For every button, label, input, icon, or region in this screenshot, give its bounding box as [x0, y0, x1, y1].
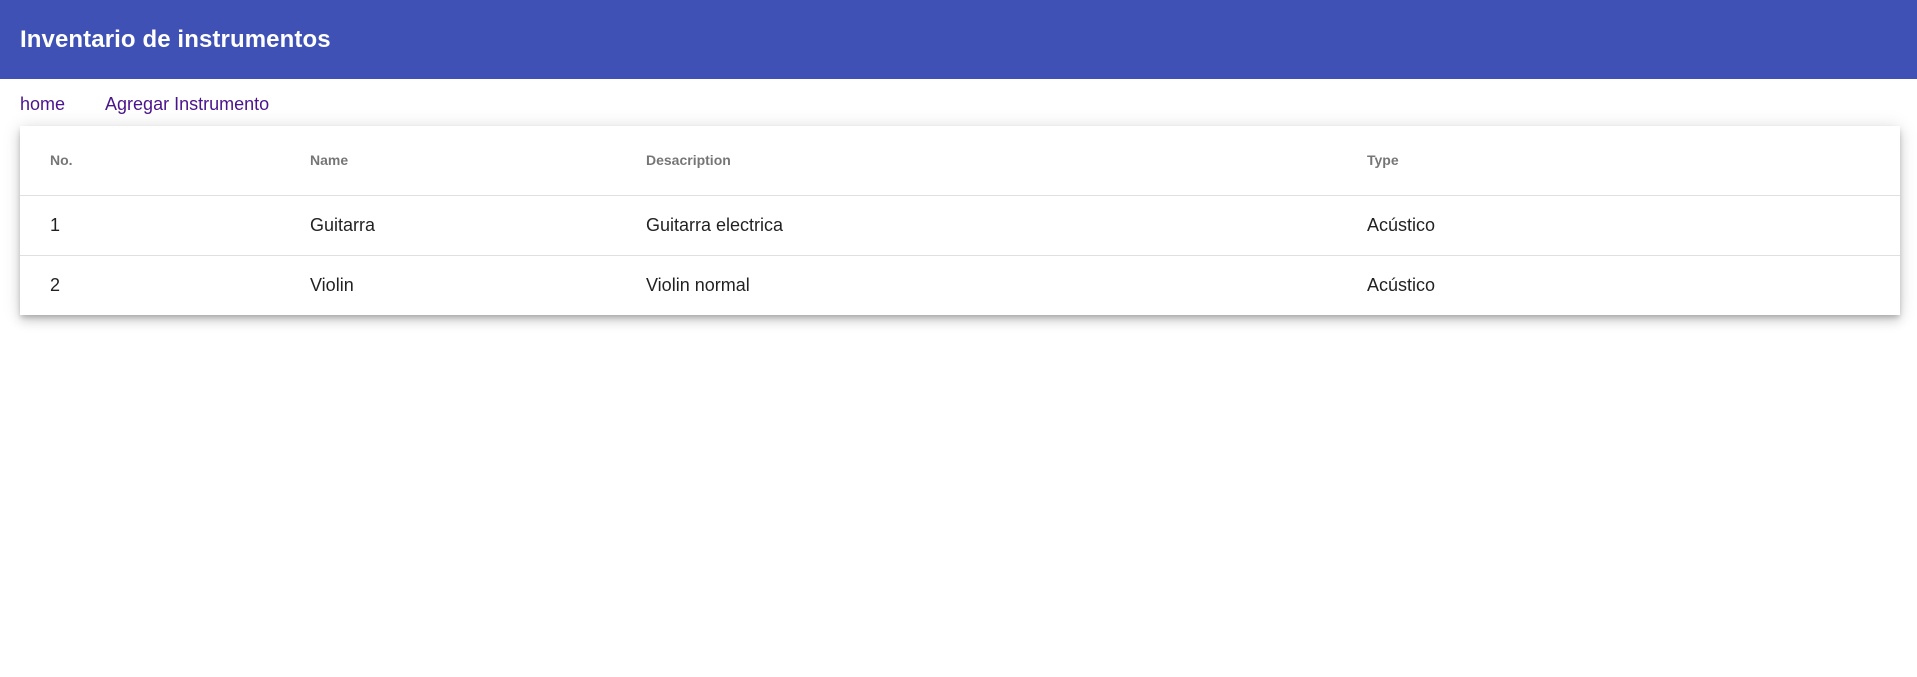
header-type: Type [1367, 126, 1900, 196]
cell-description: Guitarra electrica [646, 214, 784, 235]
cell-no: 1 [50, 214, 61, 235]
cell-name: Guitarra [310, 214, 376, 235]
app-bar: Inventario de instrumentos [0, 0, 1917, 79]
table-row: 2 Violin Violin normal Acústico [20, 254, 1900, 315]
nav-link-add-instrument[interactable]: Agregar Instrumento [105, 94, 269, 115]
table-header-row: No. Name Desacription Type [20, 126, 1900, 196]
instruments-table: No. Name Desacription Type 1 Guitarra Gu… [20, 126, 1900, 315]
cell-type: Acústico [1367, 254, 1900, 315]
nav-link-home[interactable]: home [20, 94, 65, 115]
app-title: Inventario de instrumentos [20, 25, 331, 53]
cell-no: 2 [20, 254, 310, 315]
header-description: Desacription [646, 126, 1367, 196]
header-no: No. [20, 126, 310, 196]
header-name: Name [310, 126, 646, 196]
table-row: 1 Guitarra Guitarra electrica Acústico [20, 195, 1900, 255]
instruments-table-card: No. Name Desacription Type 1 Guitarra Gu… [20, 126, 1900, 315]
cell-description: Violin normal [646, 254, 1367, 315]
nav-bar: home Agregar Instrumento [20, 92, 309, 116]
cell-type: Acústico [1367, 214, 1436, 235]
cell-name: Violin [310, 254, 646, 315]
